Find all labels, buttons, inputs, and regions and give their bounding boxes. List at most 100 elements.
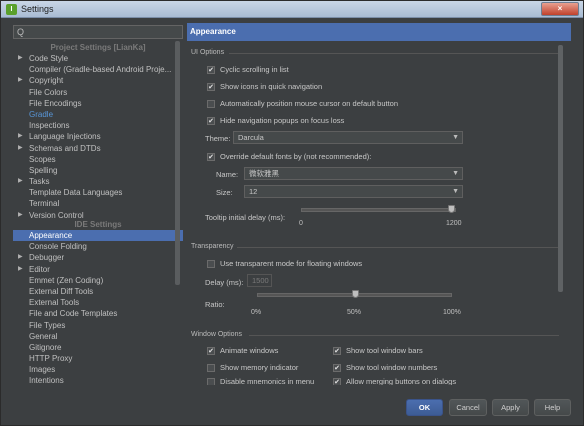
tree-item[interactable]: File Encodings xyxy=(13,98,183,109)
show-tool-window-bars-checkbox[interactable]: ✔ Show tool window bars xyxy=(333,345,423,357)
tree-item[interactable]: ▶ Schemas and DTDs xyxy=(13,143,183,154)
search-input[interactable]: Q xyxy=(13,25,183,39)
tree-item[interactable]: Appearance xyxy=(13,230,183,242)
show-tool-window-numbers-label: Show tool window numbers xyxy=(346,363,438,372)
tree-item[interactable]: Intentions xyxy=(13,375,183,386)
expand-arrow-icon[interactable]: ▶ xyxy=(18,53,23,64)
cancel-button[interactable]: Cancel xyxy=(449,399,487,416)
tree-item[interactable]: Console Folding xyxy=(13,241,183,252)
tree-item[interactable]: External Tools xyxy=(13,297,183,308)
tree-item[interactable]: Inspections xyxy=(13,120,183,131)
search-icon: Q xyxy=(17,27,25,37)
ratio-slider-thumb[interactable] xyxy=(351,290,359,298)
tree-item-label: File Types xyxy=(29,320,66,330)
tree-item[interactable]: File Colors xyxy=(13,87,183,98)
transparent-mode-checkbox[interactable]: Use transparent mode for floating window… xyxy=(207,258,362,270)
tree-item[interactable]: ▶ Debugger xyxy=(13,252,183,263)
auto-position-checkbox[interactable]: Automatically position mouse cursor on d… xyxy=(207,98,398,110)
tree-item-label: External Tools xyxy=(29,298,80,308)
allow-merging-checkbox[interactable]: ✔ Allow merging buttons on dialogs xyxy=(333,376,456,385)
expand-arrow-icon[interactable]: ▶ xyxy=(18,176,23,187)
ide-settings-tree: Appearance Console Folding ▶ Debugger ▶ Edito… xyxy=(13,230,183,387)
tooltip-delay-slider[interactable] xyxy=(301,208,456,212)
tree-item[interactable]: ▶ Editor xyxy=(13,264,183,275)
ratio-label: Ratio: xyxy=(205,300,225,309)
disable-mnemonics-checkbox[interactable]: Disable mnemonics in menu xyxy=(207,376,314,385)
right-scrollbar[interactable] xyxy=(558,45,563,292)
settings-tree-panel: Q Project Settings [LianKa] ▶ Code Style C… xyxy=(13,25,183,387)
tree-item-label: Code Style xyxy=(29,54,69,63)
font-size-value: 12 xyxy=(249,187,258,196)
clipped-row: Disable mnemonics in menu ✔ Allow merging… xyxy=(187,376,571,385)
hide-popups-label: Hide navigation popups on focus loss xyxy=(220,116,345,125)
expand-arrow-icon[interactable]: ▶ xyxy=(18,131,23,142)
override-fonts-checkbox[interactable]: ✔ Override default fonts by (not recommen… xyxy=(207,151,371,163)
show-tool-window-bars-label: Show tool window bars xyxy=(346,346,423,355)
tree-item-label: Debugger xyxy=(29,253,65,263)
hide-popups-checkbox[interactable]: ✔ Hide navigation popups on focus loss xyxy=(207,115,344,127)
tree-item[interactable]: Template Data Languages xyxy=(13,187,183,198)
tree-item[interactable]: ▶ Code Style xyxy=(13,53,183,64)
settings-window: I Settings × Q Project Settings [LianKa]… xyxy=(0,0,584,426)
animate-windows-checkbox[interactable]: ✔ Animate windows xyxy=(207,345,278,357)
tree-item-label: Spelling xyxy=(29,165,58,175)
close-icon: × xyxy=(557,4,563,13)
tree-item[interactable]: Images xyxy=(13,364,183,375)
tree-item-label: Language Injections xyxy=(29,132,101,142)
font-name-select[interactable]: 微软雅黑 ▼ xyxy=(244,167,463,180)
tree-item[interactable]: Gradle xyxy=(13,109,183,120)
tree-item[interactable]: Spelling xyxy=(13,165,183,176)
tree-item[interactable]: ▶ Tasks xyxy=(13,176,183,187)
show-memory-checkbox[interactable]: Show memory indicator xyxy=(207,362,298,374)
expand-arrow-icon[interactable]: ▶ xyxy=(18,264,23,275)
tree-item[interactable]: Gitignore xyxy=(13,342,183,353)
tooltip-slider-thumb[interactable] xyxy=(448,205,455,213)
tree-item[interactable]: HTTP Proxy xyxy=(13,353,183,364)
tree-item[interactable]: ▶ Language Injections xyxy=(13,131,183,142)
show-icons-checkbox[interactable]: ✔ Show icons in quick navigation xyxy=(207,81,322,93)
checkbox-box: ✔ xyxy=(207,117,215,125)
close-window-button[interactable]: × xyxy=(541,2,579,16)
tree-item[interactable]: File and Code Templates xyxy=(13,308,183,319)
tree-item[interactable]: Scopes xyxy=(13,154,183,165)
tooltip-delay-label: Tooltip initial delay (ms): xyxy=(205,213,286,222)
dropdown-arrow-icon: ▼ xyxy=(452,170,459,177)
tree-item[interactable]: Emmet (Zen Coding) xyxy=(13,275,183,286)
tree-item[interactable]: File Types xyxy=(13,320,183,331)
checkbox-box xyxy=(207,364,215,372)
cyclic-scrolling-checkbox[interactable]: ✔ Cyclic scrolling in list xyxy=(207,64,289,76)
transparent-mode-label: Use transparent mode for floating window… xyxy=(220,259,363,268)
tooltip-max-label: 1200 xyxy=(446,220,462,227)
theme-select[interactable]: Darcula ▼ xyxy=(233,131,463,144)
ok-button[interactable]: OK xyxy=(406,399,443,416)
delay-input[interactable]: 1500 xyxy=(247,274,272,287)
button-bar: OK Cancel Apply Help xyxy=(1,387,583,425)
expand-arrow-icon[interactable]: ▶ xyxy=(18,252,23,263)
checkbox-box: ✔ xyxy=(207,347,215,355)
tree-item-label: Images xyxy=(29,365,56,375)
font-name-value: 微软雅黑 xyxy=(249,169,279,178)
apply-button[interactable]: Apply xyxy=(492,399,529,416)
show-tool-window-numbers-checkbox[interactable]: ✔ Show tool window numbers xyxy=(333,362,437,374)
tree-item[interactable]: Terminal xyxy=(13,198,183,209)
tree-item-label: Console Folding xyxy=(29,242,87,252)
project-settings-header: Project Settings [LianKa] xyxy=(50,43,146,52)
checkbox-box: ✔ xyxy=(207,153,215,161)
allow-merging-label: Allow merging buttons on dialogs xyxy=(346,377,457,385)
tree-item-label: Appearance xyxy=(29,231,73,240)
tree-item[interactable]: General xyxy=(13,331,183,342)
help-button[interactable]: Help xyxy=(534,399,571,416)
checkbox-box: ✔ xyxy=(333,347,341,355)
animate-windows-label: Animate windows xyxy=(220,346,279,355)
expand-arrow-icon[interactable]: ▶ xyxy=(18,143,23,154)
tree-item[interactable]: Compiler (Gradle-based Android Proje... xyxy=(13,64,183,75)
tree-item-label: Intentions xyxy=(29,376,64,386)
tree-item[interactable]: External Diff Tools xyxy=(13,286,183,297)
expand-arrow-icon[interactable]: ▶ xyxy=(18,75,23,86)
tree-item[interactable]: ▶ Copyright xyxy=(13,75,183,86)
font-size-select[interactable]: 12 ▼ xyxy=(244,185,463,198)
left-scrollbar[interactable] xyxy=(175,41,180,285)
project-settings-tree: ▶ Code Style Compiler (Gradle-based Androi… xyxy=(13,53,183,221)
tree-item-label: Tasks xyxy=(29,177,50,187)
tree-item-label: Gradle xyxy=(29,109,54,119)
